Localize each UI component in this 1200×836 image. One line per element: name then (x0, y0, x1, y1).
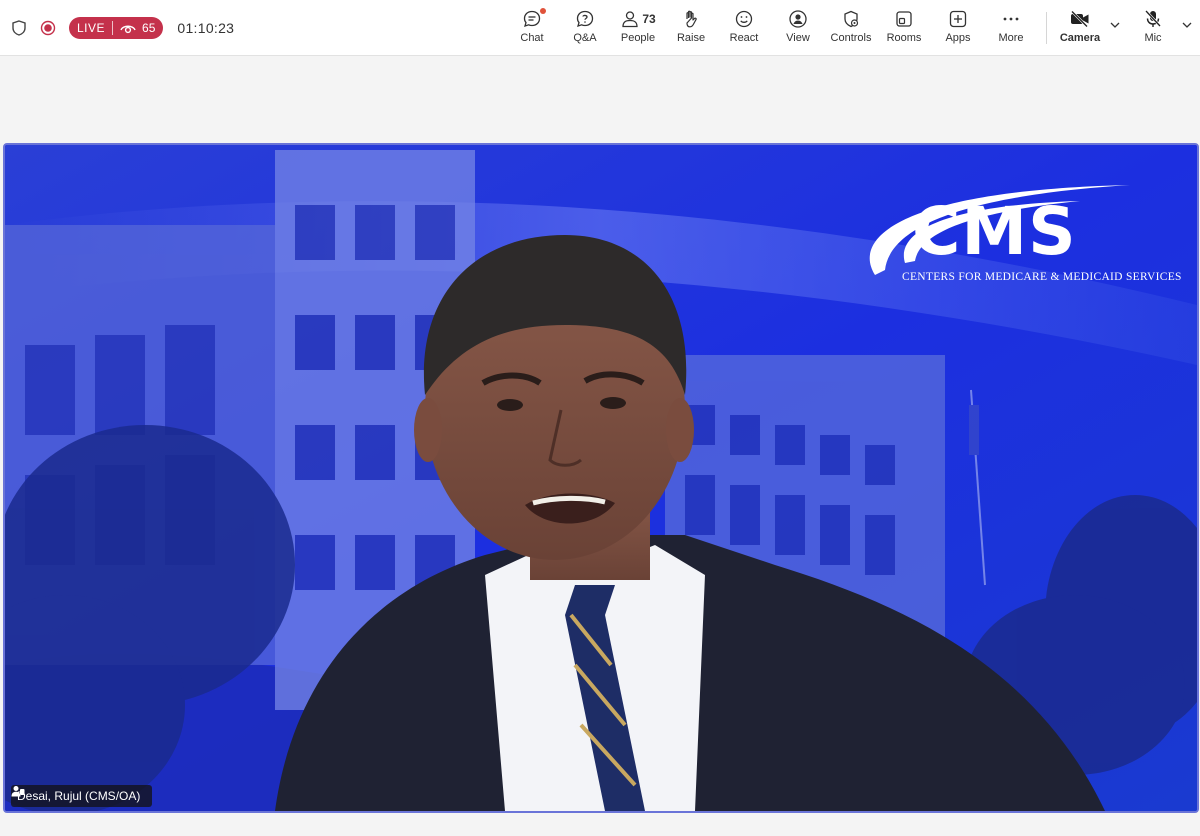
mic-options-chevron-icon[interactable] (1180, 18, 1194, 32)
react-button[interactable]: React (714, 8, 774, 50)
controls-button[interactable]: Controls (821, 8, 881, 50)
more-label: More (998, 32, 1024, 44)
raise-label: Raise (676, 32, 706, 44)
participant-name-tag: Desai, Rujul (CMS/OA) (11, 785, 153, 807)
participant-video-tile[interactable]: CMS CENTERS FOR MEDICARE & MEDICAID SERV… (3, 143, 1199, 813)
add-icon (948, 8, 968, 30)
mic-label: Mic (1144, 32, 1162, 44)
viewer-count: 65 (142, 21, 156, 35)
hand-icon (681, 8, 701, 30)
raise-hand-button[interactable]: Raise (661, 8, 721, 50)
mic-off-icon (1143, 8, 1163, 30)
view-button[interactable]: View (768, 8, 828, 50)
rooms-button[interactable]: Rooms (874, 8, 934, 50)
more-button[interactable]: More (981, 8, 1041, 50)
meeting-toolbar: LIVE 65 01:10:23 Chat Q&A 73 People Rais… (0, 0, 1200, 56)
chat-button[interactable]: Chat (502, 8, 562, 50)
rooms-icon (894, 8, 914, 30)
more-icon (1001, 8, 1021, 30)
apps-button[interactable]: Apps (928, 8, 988, 50)
camera-button[interactable]: Camera (1050, 8, 1110, 50)
people-button[interactable]: 73 People (608, 8, 668, 50)
camera-off-icon (1069, 8, 1091, 30)
people-icon (620, 9, 640, 29)
view-icon (788, 8, 808, 30)
rooms-label: Rooms (886, 32, 922, 44)
chat-icon (522, 8, 546, 30)
shield-icon[interactable] (10, 19, 28, 37)
qa-icon (575, 8, 595, 30)
controls-icon (841, 8, 861, 30)
logo-wordmark: CMS (912, 193, 1077, 270)
view-label: View (786, 32, 810, 44)
unread-dot (540, 8, 546, 14)
cms-logo: CMS CENTERS FOR MEDICARE & MEDICAID SERV… (850, 175, 1182, 285)
qa-label: Q&A (573, 32, 597, 44)
toolbar-divider (1046, 12, 1047, 44)
people-count: 73 (642, 12, 656, 26)
camera-options-chevron-icon[interactable] (1108, 18, 1122, 32)
live-badge[interactable]: LIVE 65 (69, 17, 164, 39)
qa-button[interactable]: Q&A (555, 8, 615, 50)
live-divider (112, 21, 114, 35)
meeting-status: LIVE 65 01:10:23 (10, 16, 234, 40)
react-label: React (729, 32, 759, 44)
smiley-icon (734, 8, 754, 30)
apps-label: Apps (945, 32, 971, 44)
mic-button[interactable]: Mic (1123, 8, 1183, 50)
recording-icon (39, 19, 57, 37)
chat-label: Chat (520, 32, 544, 44)
meeting-timer: 01:10:23 (177, 20, 235, 36)
participant-name: Desai, Rujul (CMS/OA) (17, 789, 141, 803)
live-label: LIVE (77, 21, 106, 35)
people-label: People (620, 32, 656, 44)
eye-icon (120, 22, 136, 34)
camera-label: Camera (1059, 32, 1101, 44)
logo-subtitle: CENTERS FOR MEDICARE & MEDICAID SERVICES (902, 271, 1182, 283)
controls-label: Controls (830, 32, 872, 44)
